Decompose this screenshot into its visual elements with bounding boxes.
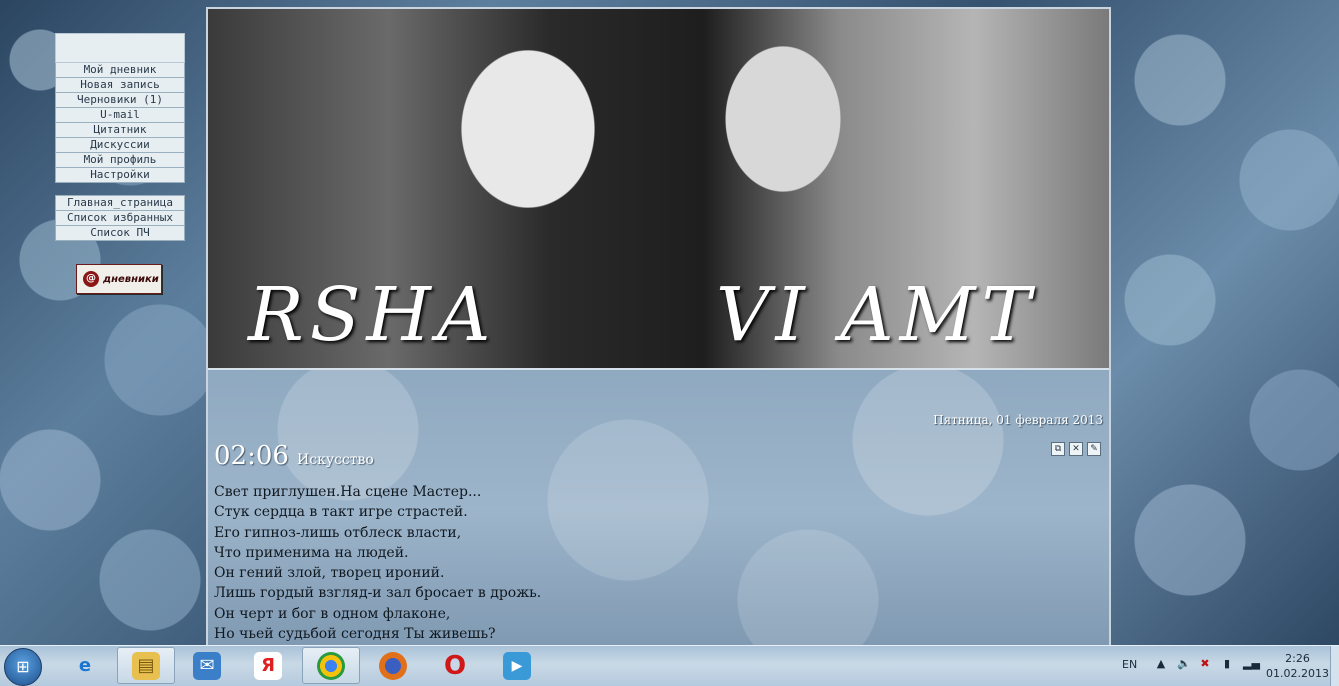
sidebar-item-my-diary[interactable]: Мой дневник — [55, 63, 185, 78]
show-hidden-icons-icon[interactable]: ▲ — [1155, 658, 1167, 670]
post-line: Стук сердца в такт игре страстей. — [214, 504, 468, 521]
sidebar-group-links: Главная_страница Список избранных Список… — [55, 195, 185, 241]
system-tray: EN ▲ 🔈 ✖ ▮ ▂▄ 2:26 01.02.2013 — [1119, 646, 1339, 686]
sidebar-item-umail[interactable]: U-mail — [55, 108, 185, 123]
clock[interactable]: 2:26 01.02.2013 — [1266, 651, 1329, 681]
show-desktop-button[interactable] — [1330, 646, 1339, 686]
taskbar-media[interactable]: ▶ — [488, 647, 546, 684]
delete-icon[interactable]: ✕ — [1069, 442, 1083, 456]
copy-icon[interactable]: ⧉ — [1051, 442, 1065, 456]
clock-date: 01.02.2013 — [1266, 667, 1329, 680]
sidebar-item-settings[interactable]: Настройки — [55, 168, 185, 183]
signal-icon[interactable]: ▂▄ — [1243, 658, 1260, 670]
chrome-icon — [317, 651, 345, 680]
post-line: Он гений злой, творец ироний. — [214, 565, 445, 582]
post-category[interactable]: Искусство — [297, 452, 374, 468]
sidebar-item-readers[interactable]: Список ПЧ — [55, 226, 185, 241]
sidebar-item-quotes[interactable]: Цитатник — [55, 123, 185, 138]
media-player-icon: ▶ — [503, 651, 531, 680]
taskbar-mail[interactable]: ✉ — [178, 647, 236, 684]
post-line: Он черт и бог в одном флаконе, — [214, 605, 451, 622]
post-line: Свет приглушен.На сцене Мастер... — [214, 484, 482, 500]
post-date: Пятница, 01 февраля 2013 — [933, 413, 1103, 427]
diary-main-column: RSHA VI AMT Пятница, 01 февраля 2013 02:… — [206, 7, 1111, 647]
post-actions: ⧉ ✕ ✎ — [1051, 442, 1101, 456]
clock-time: 2:26 — [1285, 652, 1310, 665]
internet-explorer-icon: e — [78, 655, 92, 676]
network-error-icon[interactable]: ✖ — [1199, 658, 1211, 670]
taskbar-ie[interactable]: e — [56, 647, 114, 684]
sidebar-item-drafts[interactable]: Черновики (1) — [55, 93, 185, 108]
file-explorer-icon: ▤ — [132, 651, 160, 680]
taskbar-firefox[interactable] — [364, 647, 422, 684]
post-line: Но чьей судьбой сегодня Ты живешь? — [214, 626, 496, 643]
post-body: Свет приглушен.На сцене Мастер... Стук с… — [214, 482, 541, 644]
sidebar-group-main: Мой дневник Новая запись Черновики (1) U… — [55, 63, 185, 183]
opera-icon: O — [443, 650, 467, 681]
taskbar-opera[interactable]: O — [426, 647, 484, 684]
sidebar-item-profile[interactable]: Мой профиль — [55, 153, 185, 168]
post-area: Пятница, 01 февраля 2013 02:06 Искусство… — [208, 370, 1109, 645]
start-button[interactable]: ⊞ — [4, 648, 42, 686]
taskbar-chrome[interactable] — [302, 647, 360, 684]
banner-title-left: RSHA — [248, 272, 497, 358]
yandex-browser-icon: Я — [254, 651, 282, 680]
post-time: 02:06 — [214, 441, 289, 471]
post-line: Его гипноз-лишь отблеск власти, — [214, 524, 462, 541]
sidebar-item-new-post[interactable]: Новая запись — [55, 78, 185, 93]
post-line: Лишь гордый взгляд-и зал бросает в дрожь… — [214, 585, 542, 602]
sidebar-menu: Мой дневник Новая запись Черновики (1) U… — [55, 33, 185, 241]
sidebar-header — [55, 33, 185, 63]
language-indicator[interactable]: EN — [1122, 658, 1137, 671]
power-icon[interactable]: ▮ — [1221, 658, 1233, 670]
banner-title-right: VI AMT — [716, 272, 1037, 358]
sidebar-item-favorites[interactable]: Список избранных — [55, 211, 185, 226]
header-banner: RSHA VI AMT — [208, 9, 1109, 370]
diary-logo-link[interactable]: @ дневники — [76, 264, 162, 294]
post-header: 02:06 Искусство — [214, 441, 374, 471]
diary-logo-icon: @ — [83, 271, 99, 287]
taskbar: ⊞ e ▤ ✉ Я O ▶ EN ▲ 🔈 ✖ ▮ ▂▄ 2:26 01.02.2… — [0, 645, 1339, 686]
firefox-icon — [379, 651, 407, 680]
diary-logo-text: дневники — [103, 273, 159, 285]
taskbar-explorer[interactable]: ▤ — [117, 647, 175, 684]
sidebar-item-discussions[interactable]: Дискуссии — [55, 138, 185, 153]
edit-icon[interactable]: ✎ — [1087, 442, 1101, 456]
taskbar-yandex[interactable]: Я — [239, 647, 297, 684]
mail-icon: ✉ — [193, 651, 221, 680]
volume-icon[interactable]: 🔈 — [1177, 658, 1191, 670]
post-line: Что применима на людей. — [214, 544, 409, 561]
sidebar-item-home[interactable]: Главная_страница — [55, 195, 185, 211]
